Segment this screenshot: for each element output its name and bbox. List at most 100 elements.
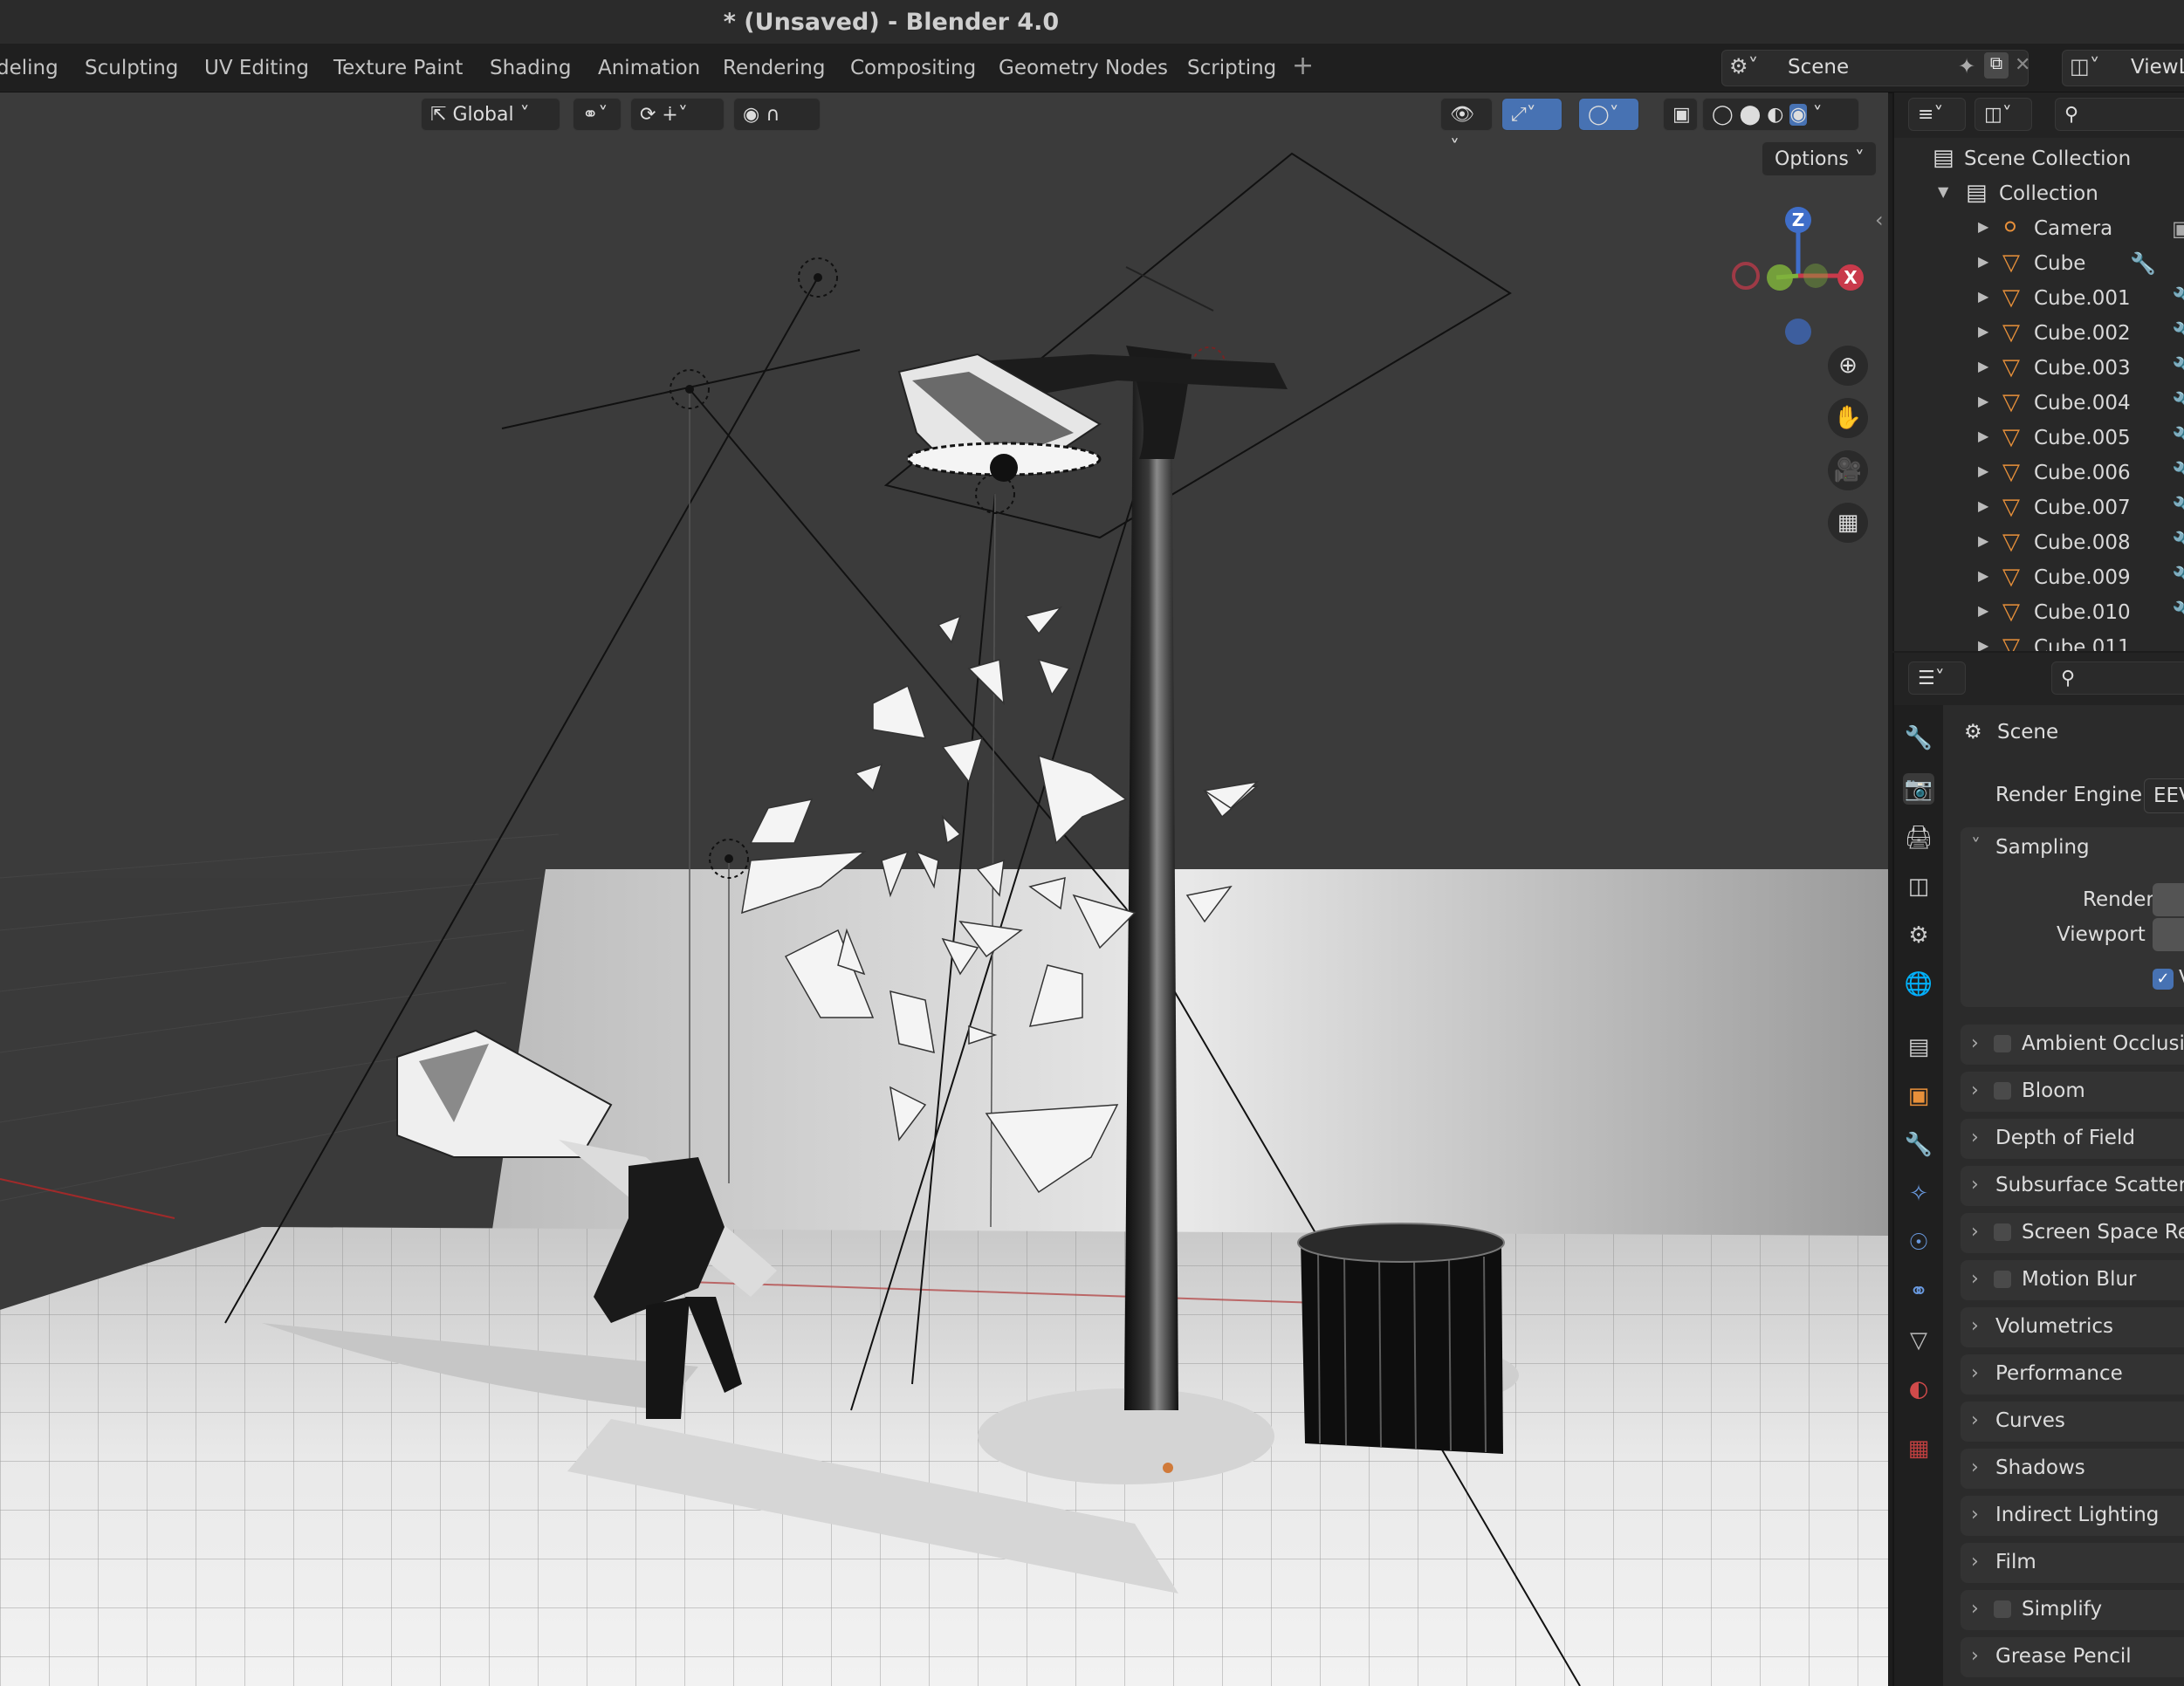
new-scene-icon[interactable]: ⧉ <box>1984 52 2009 79</box>
proportional-editing-dropdown[interactable]: ◉ ∩ <box>733 98 821 131</box>
tab-animation[interactable]: Animation <box>598 52 700 84</box>
panel-motion-blur[interactable]: › Motion Blur <box>1961 1260 2184 1300</box>
visibility-dropdown[interactable]: 👁˅ <box>1440 98 1493 159</box>
panel-depth-of-field[interactable]: › Depth of Field <box>1961 1119 2184 1159</box>
panel-indirect-lighting[interactable]: › Indirect Lighting <box>1961 1496 2184 1536</box>
viewport-samples-field[interactable] <box>2153 918 2184 951</box>
expand-triangle-icon[interactable]: ▶ <box>1978 463 1988 479</box>
modifier-tab-icon[interactable]: 🔧 <box>1903 1129 1934 1161</box>
outliner-item-cube-004[interactable]: ▶ ▽ Cube.004 🔧 <box>1894 386 2184 421</box>
expand-triangle-icon[interactable]: ▶ <box>1978 637 1988 651</box>
render-samples-field[interactable] <box>2153 883 2184 916</box>
wrench-icon[interactable]: 🔧 <box>2130 251 2156 276</box>
panel-performance[interactable]: › Performance <box>1961 1354 2184 1395</box>
panel-grease-pencil[interactable]: › Grease Pencil <box>1961 1637 2184 1677</box>
expand-triangle-icon[interactable]: ▶ <box>1978 497 1988 514</box>
pivot-point-dropdown[interactable]: ⚭˅ <box>573 98 622 131</box>
wrench-icon[interactable]: 🔧 <box>2172 426 2184 450</box>
transform-orientation-dropdown[interactable]: ⇱ Global ˅ <box>421 98 560 131</box>
tab-scripting[interactable]: Scripting <box>1187 52 1276 84</box>
outliner-item-cube-006[interactable]: ▶ ▽ Cube.006 🔧 <box>1894 456 2184 490</box>
outliner-scene-collection[interactable]: ▤ Scene Collection <box>1894 141 2184 176</box>
chevron-down-icon[interactable]: ˅ <box>1971 836 1981 858</box>
panel-simplify[interactable]: › Simplify <box>1961 1590 2184 1630</box>
expand-triangle-icon[interactable]: ▶ <box>1978 428 1988 444</box>
render-tab-icon[interactable]: 📷 <box>1903 773 1934 805</box>
view-layer-tab-icon[interactable]: ◫ <box>1903 871 1934 902</box>
wireframe-icon[interactable]: ◯ <box>1712 104 1734 126</box>
panel-subsurface-scattering[interactable]: › Subsurface Scattering <box>1961 1166 2184 1206</box>
panel-checkbox[interactable] <box>1994 1035 2011 1052</box>
expand-triangle-icon[interactable]: ▶ <box>1978 288 1988 305</box>
constraints-tab-icon[interactable]: ⚭ <box>1903 1276 1934 1307</box>
outliner-item-cube-010[interactable]: ▶ ▽ Cube.010 🔧 <box>1894 595 2184 630</box>
expand-triangle-icon[interactable]: ▶ <box>1978 567 1988 584</box>
wrench-icon[interactable]: 🔧 <box>2172 391 2184 415</box>
tab-texture-paint[interactable]: Texture Paint <box>333 52 463 84</box>
outliner-item-cube-001[interactable]: ▶ ▽ Cube.001 🔧 <box>1894 281 2184 316</box>
outliner-item-cube-002[interactable]: ▶ ▽ Cube.002 🔧 <box>1894 316 2184 351</box>
outliner[interactable]: ≡˅ ◫˅ ⚲ ▤ Scene Collection ▼ ▤ Collectio… <box>1892 93 2184 651</box>
expand-triangle-icon[interactable]: ▶ <box>1978 253 1988 270</box>
panel-curves[interactable]: › Curves <box>1961 1402 2184 1442</box>
viewport-denoise-checkbox[interactable]: ✓ <box>2153 969 2174 990</box>
sidebar-toggle-icon[interactable]: ‹ <box>1875 208 1884 232</box>
tab-compositing[interactable]: Compositing <box>850 52 976 84</box>
display-mode-dropdown[interactable]: ◫˅ <box>1975 98 2032 131</box>
expand-triangle-icon[interactable]: ▶ <box>1978 358 1988 374</box>
scene-selector[interactable]: ⚙˅ Scene ✦ ⧉ ✕ <box>1721 50 2030 86</box>
outliner-search-input[interactable]: ⚲ <box>2055 98 2184 131</box>
outliner-item-cube-003[interactable]: ▶ ▽ Cube.003 🔧 <box>1894 351 2184 386</box>
add-workspace-icon[interactable]: + <box>1292 51 1314 81</box>
wrench-icon[interactable]: 🔧 <box>2172 461 2184 485</box>
material-tab-icon[interactable]: ◐ <box>1903 1374 1934 1405</box>
editor-type-dropdown[interactable]: ≡˅ <box>1908 98 1966 131</box>
properties-search-input[interactable]: ⚲ <box>2051 661 2184 695</box>
panel-screen-space-reflections[interactable]: › Screen Space Refl <box>1961 1213 2184 1253</box>
3d-viewport[interactable]: ⇱ Global ˅ ⚭˅ ⟳ ∔˅ ◉ ∩ 👁˅ ⤢˅ ◯˅ ▣ ◯ ⬤ ◐ … <box>0 93 1888 1686</box>
sampling-title[interactable]: Sampling <box>1995 836 2090 859</box>
panel-bloom[interactable]: › Bloom <box>1961 1072 2184 1112</box>
camera-data-icon[interactable]: ▣ <box>2172 216 2184 241</box>
chevron-down-icon[interactable]: ˅ <box>1813 104 1823 126</box>
view-layer-selector[interactable]: ◫˅ ViewL <box>2062 50 2184 86</box>
panel-checkbox[interactable] <box>1994 1082 2011 1100</box>
properties-editor[interactable]: ☰˅ ⚲ 🔧 📷 🖨 ◫ ⚙ 🌐 ▤ ▣ 🔧 ✧ ☉ ⚭ ▽ ◐ ▦ ⚙ Sce… <box>1892 653 2184 1686</box>
perspective-grid-icon[interactable]: ▦ <box>1828 503 1868 543</box>
shading-mode-buttons[interactable]: ◯ ⬤ ◐ ◉ ˅ <box>1702 98 1859 131</box>
wrench-icon[interactable]: 🔧 <box>2172 496 2184 520</box>
editor-type-dropdown[interactable]: ☰˅ <box>1908 661 1966 695</box>
viewport-scene[interactable] <box>0 93 1888 1686</box>
outliner-item-cube-008[interactable]: ▶ ▽ Cube.008 🔧 <box>1894 525 2184 560</box>
tab-geometry-nodes[interactable]: Geometry Nodes <box>999 52 1168 84</box>
tab-rendering[interactable]: Rendering <box>723 52 825 84</box>
render-engine-dropdown[interactable]: EEV <box>2144 778 2184 813</box>
data-tab-icon[interactable]: ▽ <box>1903 1325 1934 1356</box>
camera-view-icon[interactable]: 🎥 <box>1828 450 1868 490</box>
wrench-icon[interactable]: 🔧 <box>2172 565 2184 590</box>
wrench-icon[interactable]: 🔧 <box>2172 531 2184 555</box>
zoom-icon[interactable]: ⊕ <box>1828 346 1868 386</box>
expand-triangle-icon[interactable]: ▶ <box>1978 602 1988 619</box>
tab-uv-editing[interactable]: UV Editing <box>204 52 309 84</box>
tab-modeling[interactable]: deling <box>0 52 58 84</box>
pin-icon[interactable]: ✦ <box>1958 54 1975 79</box>
options-dropdown[interactable]: Options ˅ <box>1762 141 1877 176</box>
close-icon[interactable]: ✕ <box>2015 54 2030 76</box>
tool-tab-icon[interactable]: 🔧 <box>1903 723 1934 754</box>
panel-ambient-occlusion[interactable]: › Ambient Occlusion <box>1961 1025 2184 1065</box>
expand-triangle-icon[interactable]: ▶ <box>1978 393 1988 409</box>
scene-tab-icon[interactable]: ⚙ <box>1903 920 1934 951</box>
physics-tab-icon[interactable]: ☉ <box>1903 1227 1934 1258</box>
expand-triangle-icon[interactable]: ▶ <box>1978 218 1988 235</box>
output-tab-icon[interactable]: 🖨 <box>1903 822 1934 853</box>
collapse-triangle-icon[interactable]: ▼ <box>1938 183 1948 200</box>
snap-dropdown[interactable]: ⟳ ∔˅ <box>630 98 725 131</box>
tab-shading[interactable]: Shading <box>490 52 571 84</box>
expand-triangle-icon[interactable]: ▶ <box>1978 323 1988 339</box>
tab-sculpting[interactable]: Sculpting <box>85 52 178 84</box>
panel-shadows[interactable]: › Shadows <box>1961 1449 2184 1489</box>
outliner-item-camera[interactable]: ▶ ⚪ Camera ▣ <box>1894 211 2184 246</box>
outliner-item-cube-007[interactable]: ▶ ▽ Cube.007 🔧 <box>1894 490 2184 525</box>
wrench-icon[interactable]: 🔧 <box>2172 600 2184 625</box>
